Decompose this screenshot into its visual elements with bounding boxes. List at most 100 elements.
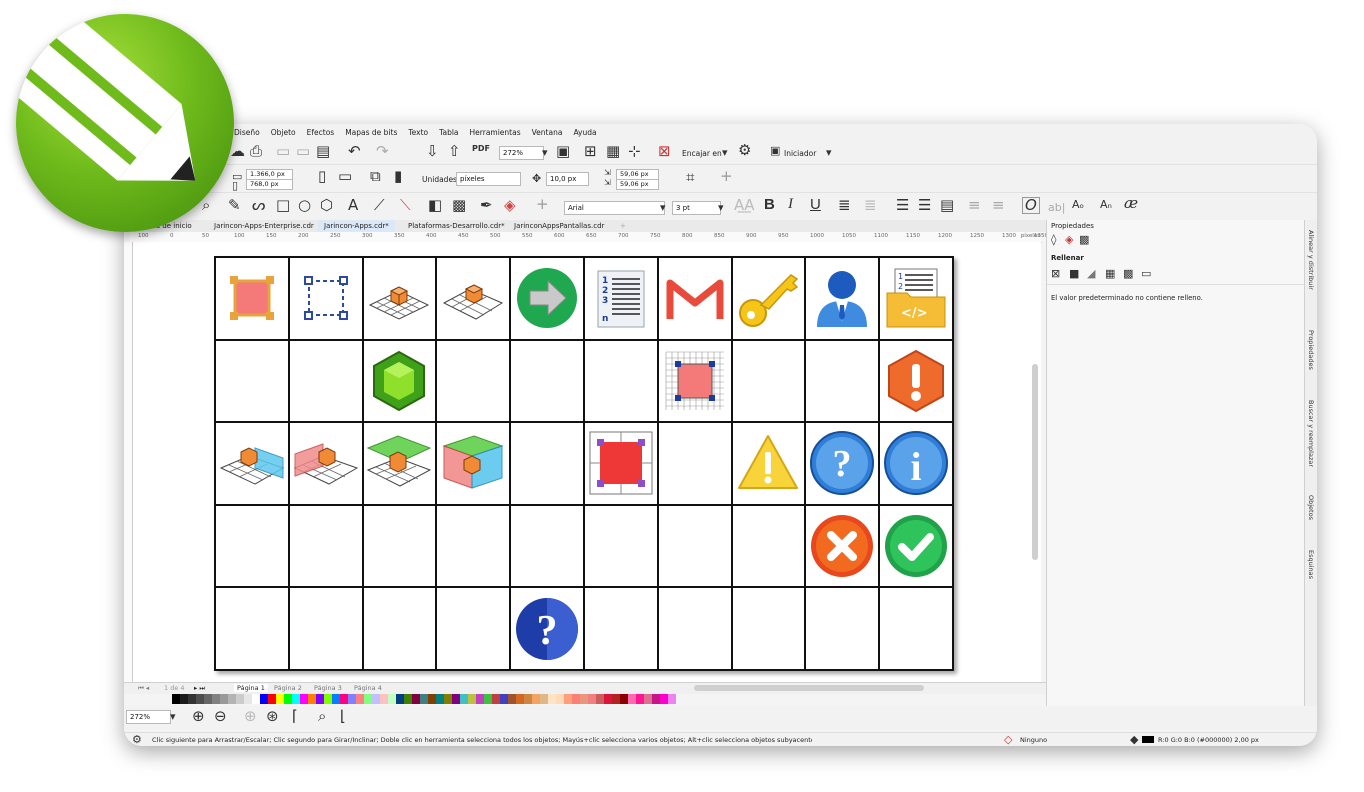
- grid-cell[interactable]: i: [879, 422, 953, 505]
- grid-cell[interactable]: [584, 504, 658, 588]
- zoom-selected-icon[interactable]: ⊕: [244, 709, 257, 724]
- grid-cell[interactable]: [362, 504, 437, 588]
- bullet-list-icon[interactable]: ☰: [896, 198, 909, 213]
- palette-swatch[interactable]: [316, 694, 324, 704]
- palette-swatch[interactable]: [284, 694, 292, 704]
- palette-swatch[interactable]: [532, 694, 540, 704]
- palette-swatch[interactable]: [332, 694, 340, 704]
- icon-grid-table[interactable]: 1 2 3 n 1 2 </>? i?: [214, 256, 954, 671]
- duplicate-y-input[interactable]: 59,06 px: [616, 179, 659, 190]
- palette-swatch[interactable]: [612, 694, 620, 704]
- grid-cell[interactable]: [510, 504, 584, 588]
- text-case-icon[interactable]: A͟A: [734, 198, 755, 213]
- numbered-list-icon[interactable]: 123 n: [588, 265, 654, 331]
- grid-cell[interactable]: [731, 504, 806, 588]
- guidelines-icon[interactable]: ⊹: [628, 144, 641, 159]
- palette-swatch[interactable]: [644, 694, 652, 704]
- snap-to-label[interactable]: Encajar en: [682, 149, 722, 158]
- tab-enterprise[interactable]: Jarincon-Apps-Enterprise.cdr: [214, 220, 314, 232]
- ellipse-tool-icon[interactable]: ○: [298, 198, 311, 213]
- shadow-tool-icon[interactable]: ◧: [428, 198, 442, 213]
- user-icon[interactable]: [809, 265, 875, 331]
- drop-cap-icon[interactable]: ▤: [940, 198, 954, 213]
- emerald-icon[interactable]: [366, 348, 432, 414]
- align-icon[interactable]: ≣: [838, 198, 851, 213]
- horizontal-scrollbar[interactable]: [694, 685, 924, 691]
- zoom-tool-icon[interactable]: ⌕: [202, 198, 210, 213]
- warning-triangle-icon[interactable]: [735, 430, 801, 496]
- bold-icon[interactable]: B: [764, 197, 775, 212]
- cube-grid-icon[interactable]: [366, 265, 432, 331]
- page-nav-buttons[interactable]: ⏮ ◂: [138, 684, 149, 693]
- character-format-icon[interactable]: ≣: [864, 198, 877, 213]
- palette-swatch[interactable]: [580, 694, 588, 704]
- nudge-distance-input[interactable]: 10,0 px: [546, 172, 589, 186]
- palette-swatch[interactable]: [300, 694, 308, 704]
- transparency-tool-icon[interactable]: ▩: [452, 198, 466, 213]
- code-folder-icon[interactable]: 12 </>: [883, 265, 949, 331]
- cube-red-plane-icon[interactable]: [293, 430, 359, 496]
- grid-icon[interactable]: ▦: [606, 144, 620, 159]
- grid-cell[interactable]: [657, 339, 732, 423]
- grid-cell[interactable]: [288, 422, 363, 505]
- grid-cell[interactable]: [657, 587, 732, 670]
- no-fill-icon[interactable]: ⊠: [1051, 268, 1060, 279]
- palette-swatch[interactable]: [564, 694, 572, 704]
- grid-cell[interactable]: [805, 504, 880, 588]
- zoom-out-icon[interactable]: ⊖: [214, 709, 227, 724]
- grid-cell[interactable]: [362, 257, 437, 340]
- menu-item-6[interactable]: Herramientas: [470, 128, 521, 137]
- text-props-icon[interactable]: Aₒ: [1072, 199, 1084, 210]
- tab-objects[interactable]: Objetos: [1307, 495, 1315, 520]
- grid-cell[interactable]: [510, 422, 584, 505]
- chevron-down-icon[interactable]: ▾: [170, 711, 176, 722]
- undo-icon[interactable]: ↶: [348, 144, 361, 159]
- fill-tab-icon[interactable]: ◈: [1065, 234, 1073, 245]
- snap-icon[interactable]: ⊠: [658, 144, 671, 159]
- rectangle-tool-icon[interactable]: □: [276, 198, 290, 213]
- settings-icon[interactable]: ⚙: [738, 143, 751, 158]
- menu-item-4[interactable]: Texto: [408, 128, 428, 137]
- square-guides-icon[interactable]: [588, 430, 654, 496]
- zoom-height-icon[interactable]: ⌊: [340, 709, 346, 724]
- fountain-fill-icon[interactable]: ◢: [1087, 268, 1095, 279]
- help-circle-icon[interactable]: ?: [809, 430, 875, 496]
- add-icon[interactable]: +: [720, 169, 733, 184]
- palette-swatch[interactable]: [276, 694, 284, 704]
- abc-icon[interactable]: ab|: [1048, 202, 1065, 213]
- grid-cell[interactable]: [657, 422, 732, 505]
- landscape-icon[interactable]: ▭: [338, 169, 352, 184]
- palette-swatch[interactable]: [492, 694, 500, 704]
- print-icon[interactable]: ⎙: [250, 144, 262, 159]
- grid-cell[interactable]: [879, 587, 953, 670]
- menu-item-3[interactable]: Mapas de bits: [345, 128, 397, 137]
- close-circle-icon[interactable]: [809, 513, 875, 579]
- polygon-tool-icon[interactable]: ⬡: [320, 198, 333, 213]
- palette-swatch[interactable]: [572, 694, 580, 704]
- units-select[interactable]: píxeles: [456, 172, 521, 186]
- palette-swatch[interactable]: [460, 694, 468, 704]
- copy-icon[interactable]: ▭: [296, 144, 310, 159]
- grid-square-icon[interactable]: [662, 348, 728, 414]
- question-dark-icon[interactable]: ?: [514, 596, 580, 662]
- palette-swatch[interactable]: [292, 694, 300, 704]
- cut-icon[interactable]: ▭: [276, 144, 290, 159]
- palette-swatch[interactable]: [308, 694, 316, 704]
- outdent-icon[interactable]: ≡: [992, 198, 1005, 213]
- grid-cell[interactable]: [731, 422, 806, 505]
- artistic-media-icon[interactable]: ᔕ: [252, 198, 265, 213]
- grid-cell[interactable]: [215, 339, 289, 423]
- chevron-down-icon[interactable]: ▾: [718, 202, 724, 213]
- palette-swatch[interactable]: [228, 694, 236, 704]
- cube-blue-plane-icon[interactable]: [219, 430, 285, 496]
- add-tool-icon[interactable]: +: [536, 197, 549, 212]
- numbered-list-icon[interactable]: ☰: [918, 198, 931, 213]
- fill-tool-icon[interactable]: ◈: [504, 198, 516, 213]
- texture-fill-icon[interactable]: ▩: [1123, 268, 1133, 279]
- tab-jarincon-apps[interactable]: Jarincon-Apps.cdr*: [318, 220, 395, 232]
- grid-cell[interactable]: 123 n: [584, 257, 658, 340]
- key-icon[interactable]: [735, 265, 801, 331]
- menu-item-0[interactable]: Diseño: [234, 128, 260, 137]
- rulers-icon[interactable]: ⊞: [584, 144, 597, 159]
- palette-swatch[interactable]: [396, 694, 404, 704]
